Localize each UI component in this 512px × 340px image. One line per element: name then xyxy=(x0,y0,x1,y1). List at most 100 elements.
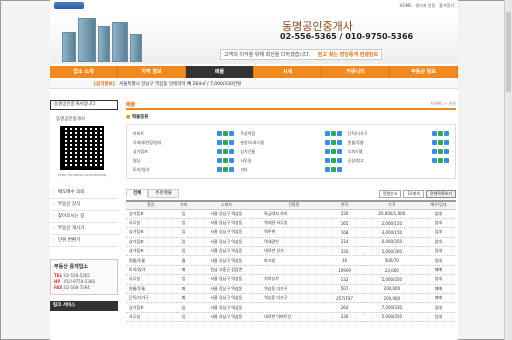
table-row[interactable]: 상가점포 임 서울 강남구 역삼동 역주위 168 3,000/150 임대 xyxy=(126,227,456,238)
count-badge[interactable] xyxy=(229,140,235,145)
category-item[interactable]: 단독/다가구 xyxy=(348,130,449,137)
count-badge[interactable] xyxy=(223,158,229,163)
top-link-admin[interactable]: 관리자 인증 xyxy=(416,3,436,9)
side-menu-request[interactable]: 매도매수 의뢰 xyxy=(50,187,118,199)
site-logo[interactable] xyxy=(54,2,84,9)
count-badge[interactable] xyxy=(330,149,336,154)
count-badge[interactable] xyxy=(336,140,342,145)
scrollbar-thumb[interactable] xyxy=(506,12,511,92)
count-badge[interactable] xyxy=(223,131,229,136)
listing-ticker[interactable]: [상가정보] 서울특별시 강남구 역삼동 인테리어 빼 264㎡ / 7,000… xyxy=(50,80,458,89)
count-badge[interactable] xyxy=(438,140,443,145)
count-badge[interactable] xyxy=(330,131,336,136)
category-item[interactable]: 상가건물 xyxy=(240,148,342,155)
table-cell: 임 xyxy=(175,302,192,313)
category-item[interactable]: 주상복합 xyxy=(240,130,342,137)
table-row[interactable]: 원룸/투룸 매 서울 강남구 역삼동 역삼동 다가구 507 200,000 매매 xyxy=(126,284,456,295)
vertical-scrollbar[interactable] xyxy=(504,0,512,340)
category-heading: 매물종류 xyxy=(126,114,456,120)
table-cell: 서울 강남구 역삼동 xyxy=(191,246,262,257)
count-badge[interactable] xyxy=(330,167,336,172)
count-badge[interactable] xyxy=(444,140,449,145)
table-cell: 200,000 xyxy=(362,284,421,295)
count-badge[interactable] xyxy=(438,131,443,136)
count-badge[interactable] xyxy=(324,158,330,163)
count-badge[interactable] xyxy=(336,131,342,136)
category-item[interactable]: 다세대/연립/빌라 xyxy=(133,139,235,146)
count-badge[interactable] xyxy=(223,149,229,154)
count-badge[interactable] xyxy=(438,158,443,163)
top-link-home[interactable]: HOME xyxy=(399,3,411,9)
count-badge[interactable] xyxy=(229,131,235,136)
table-row[interactable]: 원룸/투룸 월 서울 강남구 역삼동 파크빌 16 500/70 임대 xyxy=(126,255,456,266)
sort-select[interactable]: 정렬순서 xyxy=(378,189,402,198)
table-row[interactable]: 상가점포 임 서울 강남구 역삼동 역세권빈 214 6,000/350 임대 xyxy=(126,237,456,248)
table-row[interactable]: 단독/다가구 매 서울 강남구 역삼동 역삼동 다가구 257/707 200,000 매매 xyxy=(126,293,456,304)
count-badge[interactable] xyxy=(432,149,437,154)
count-badge[interactable] xyxy=(432,140,437,145)
view-all-button[interactable]: 전체목록보기 xyxy=(425,189,456,198)
count-badge[interactable] xyxy=(444,131,449,136)
category-item[interactable]: 분양/오피스텔 xyxy=(240,139,342,146)
category-item[interactable]: 원룸/투룸 xyxy=(348,139,449,146)
count-badge[interactable] xyxy=(324,149,330,154)
count-badge[interactable] xyxy=(217,158,223,163)
count-badge[interactable] xyxy=(432,158,437,163)
count-badge[interactable] xyxy=(217,131,223,136)
table-row[interactable]: 사무실 임 서울 강남구 역삼동 역세권 사무실 165 2,000/150 임대 xyxy=(126,218,456,229)
category-item[interactable]: 상가점포 xyxy=(133,148,235,155)
table-row[interactable]: 토지/임야 매 전남 고흥군 점암면 10909 23,000 매매 xyxy=(126,265,456,276)
count-badge[interactable] xyxy=(336,158,342,163)
nav-item-prices[interactable]: 시세 xyxy=(254,66,322,78)
count-select[interactable]: 10개씩 xyxy=(403,189,424,198)
count-badge[interactable] xyxy=(330,158,336,163)
count-badge[interactable] xyxy=(330,140,336,145)
count-badge[interactable] xyxy=(336,167,342,172)
category-item[interactable]: 공장/창고 xyxy=(348,157,449,164)
count-badge[interactable] xyxy=(223,140,229,145)
count-badge[interactable] xyxy=(217,149,223,154)
count-badge[interactable] xyxy=(324,131,330,136)
count-badge[interactable] xyxy=(324,140,330,145)
category-item[interactable]: 빌딩 xyxy=(133,157,235,164)
nav-item-listings[interactable]: 매물 xyxy=(186,66,254,78)
table-row[interactable]: 사무실 임 서울 강남구 역삼동 대로변 아파트인 330 5,000/350 임대 xyxy=(126,312,456,323)
count-badge[interactable] xyxy=(217,140,223,145)
category-item[interactable]: 아파트 xyxy=(133,130,235,137)
count-badge[interactable] xyxy=(217,167,223,172)
listing-table: 종류 거래 소재지 건물명 면적 가격 매수/임대 상가점포 임 서울 강남구 역삼… xyxy=(126,200,456,323)
category-item[interactable]: 토지/임야 xyxy=(133,166,235,173)
side-menu-directions[interactable]: 찾아오시는 길 xyxy=(50,211,118,223)
nav-item-about[interactable]: 업소 소개 xyxy=(50,66,118,78)
count-badge[interactable] xyxy=(444,158,449,163)
count-badge[interactable] xyxy=(444,149,449,154)
count-badge[interactable] xyxy=(438,149,443,154)
table-row[interactable]: 사무실 임 서울 강남구 역삼동 지하상가 132 5,000/350 임대 xyxy=(126,274,456,285)
category-item[interactable]: 사무실 xyxy=(240,157,342,164)
nav-item-area-info[interactable]: 지역 정보 xyxy=(118,66,186,78)
count-badge[interactable] xyxy=(223,167,229,172)
table-row[interactable]: 상가점포 임 서울 강남구 역삼동 특급대지 자리 330 20,000/1,000 임대 xyxy=(126,209,456,219)
table-cell: 5,000/300 xyxy=(362,246,421,257)
count-badge[interactable] xyxy=(432,131,437,136)
side-menu-calculator[interactable]: 부동산 게시기 xyxy=(50,223,118,235)
side-menu-unit-converter[interactable]: 단위 변환기 xyxy=(50,235,118,247)
table-row[interactable]: 상가점포 임 서울 강남구 역삼동 264 7,000/330 임대 xyxy=(126,302,456,313)
category-grid: 아파트 주상복합 단독/다가구다세대/연립/빌라 분양/오피스텔 원룸/투룸상가점포 상가… xyxy=(126,124,456,179)
count-badge[interactable] xyxy=(229,158,235,163)
side-menu-knowledge[interactable]: 부동산 상식 xyxy=(50,199,118,211)
count-badge[interactable] xyxy=(229,167,235,172)
nav-item-community[interactable]: 커뮤니티 xyxy=(322,66,390,78)
category-item[interactable]: 기타 xyxy=(240,166,342,173)
qr-url[interactable]: http://m.sansu.co.kr/stockp xyxy=(58,173,118,177)
count-badge[interactable] xyxy=(336,149,342,154)
table-row[interactable]: 상가점포 임 서울 강남구 역삼동 대로변 상가 330 5,000/300 임대 xyxy=(126,246,456,257)
site-container: HOME 관리자 인증 즐겨찾기 동명공인중개사 02-556-5365 / 0… xyxy=(50,0,458,340)
count-badge[interactable] xyxy=(229,149,235,154)
tab-recommended[interactable]: 추천매물 xyxy=(148,189,179,198)
category-item[interactable]: 오피스텔 xyxy=(348,148,449,155)
top-link-bookmark[interactable]: 즐겨찾기 xyxy=(439,3,454,9)
count-badge[interactable] xyxy=(324,167,330,172)
tab-all[interactable]: 전체 xyxy=(126,189,149,198)
nav-item-realestate-info[interactable]: 부동산 정보 xyxy=(390,66,458,78)
